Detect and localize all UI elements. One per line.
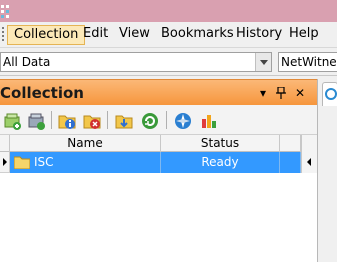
panel-dropdown-icon[interactable]: ▾ bbox=[256, 85, 270, 101]
menu-collection[interactable]: Collection bbox=[7, 25, 86, 45]
menu-grip-icon[interactable] bbox=[2, 27, 5, 43]
context-select-value: NetWitness bbox=[281, 55, 337, 69]
panel-title: Collection bbox=[0, 84, 84, 102]
column-header-name[interactable]: Name bbox=[10, 135, 161, 152]
row-header-corner bbox=[0, 135, 10, 152]
filter-toolbar: All Data NetWitness bbox=[0, 48, 337, 76]
table-row[interactable]: ISC Ready bbox=[0, 152, 317, 173]
import-icon[interactable] bbox=[114, 111, 134, 131]
toolbar-separator bbox=[107, 111, 108, 129]
cell-spacer bbox=[280, 152, 301, 173]
context-select[interactable]: NetWitness bbox=[278, 52, 337, 72]
navigate-icon[interactable] bbox=[173, 111, 193, 131]
right-document-pane bbox=[317, 79, 337, 262]
app-icon bbox=[1, 5, 9, 18]
delete-collection-icon[interactable] bbox=[82, 111, 102, 131]
menu-bar: Collection Edit View Bookmarks History H… bbox=[0, 22, 337, 48]
scope-select[interactable]: All Data bbox=[0, 52, 272, 72]
column-header-spacer bbox=[280, 135, 301, 152]
scope-select-value: All Data bbox=[3, 55, 51, 69]
menu-edit[interactable]: Edit bbox=[77, 25, 114, 45]
chevron-down-icon[interactable] bbox=[255, 53, 271, 71]
new-collection-icon[interactable] bbox=[3, 111, 23, 131]
menu-history[interactable]: History bbox=[230, 25, 288, 45]
menu-help[interactable]: Help bbox=[283, 25, 325, 45]
folder-icon bbox=[14, 156, 30, 169]
pin-icon[interactable] bbox=[274, 85, 288, 101]
row-selector-icon[interactable] bbox=[0, 152, 10, 173]
collection-info-icon[interactable] bbox=[57, 111, 77, 131]
refresh-icon[interactable] bbox=[140, 111, 160, 131]
close-icon[interactable]: ✕ bbox=[293, 85, 307, 101]
menu-view[interactable]: View bbox=[113, 25, 156, 45]
toolbar-separator bbox=[166, 111, 167, 129]
window-titlebar bbox=[0, 0, 337, 22]
cell-status[interactable]: Ready bbox=[161, 152, 280, 173]
menu-bookmarks[interactable]: Bookmarks bbox=[155, 25, 240, 45]
grid-header-end bbox=[301, 135, 317, 152]
document-tab[interactable] bbox=[322, 82, 337, 106]
row-end-arrow-icon bbox=[301, 152, 317, 173]
collection-grid: Name Status ISC Ready bbox=[0, 135, 317, 262]
column-header-status[interactable]: Status bbox=[161, 135, 280, 152]
collection-toolbar bbox=[0, 105, 317, 135]
document-tab-icon bbox=[325, 88, 337, 100]
open-collection-icon[interactable] bbox=[26, 111, 46, 131]
grid-header: Name Status bbox=[0, 135, 317, 152]
cell-name-text: ISC bbox=[34, 155, 54, 169]
toolbar-separator bbox=[51, 111, 52, 129]
cell-name[interactable]: ISC bbox=[10, 152, 161, 173]
report-chart-icon[interactable] bbox=[199, 111, 219, 131]
collection-panel-header: Collection ▾ ✕ bbox=[0, 79, 317, 105]
